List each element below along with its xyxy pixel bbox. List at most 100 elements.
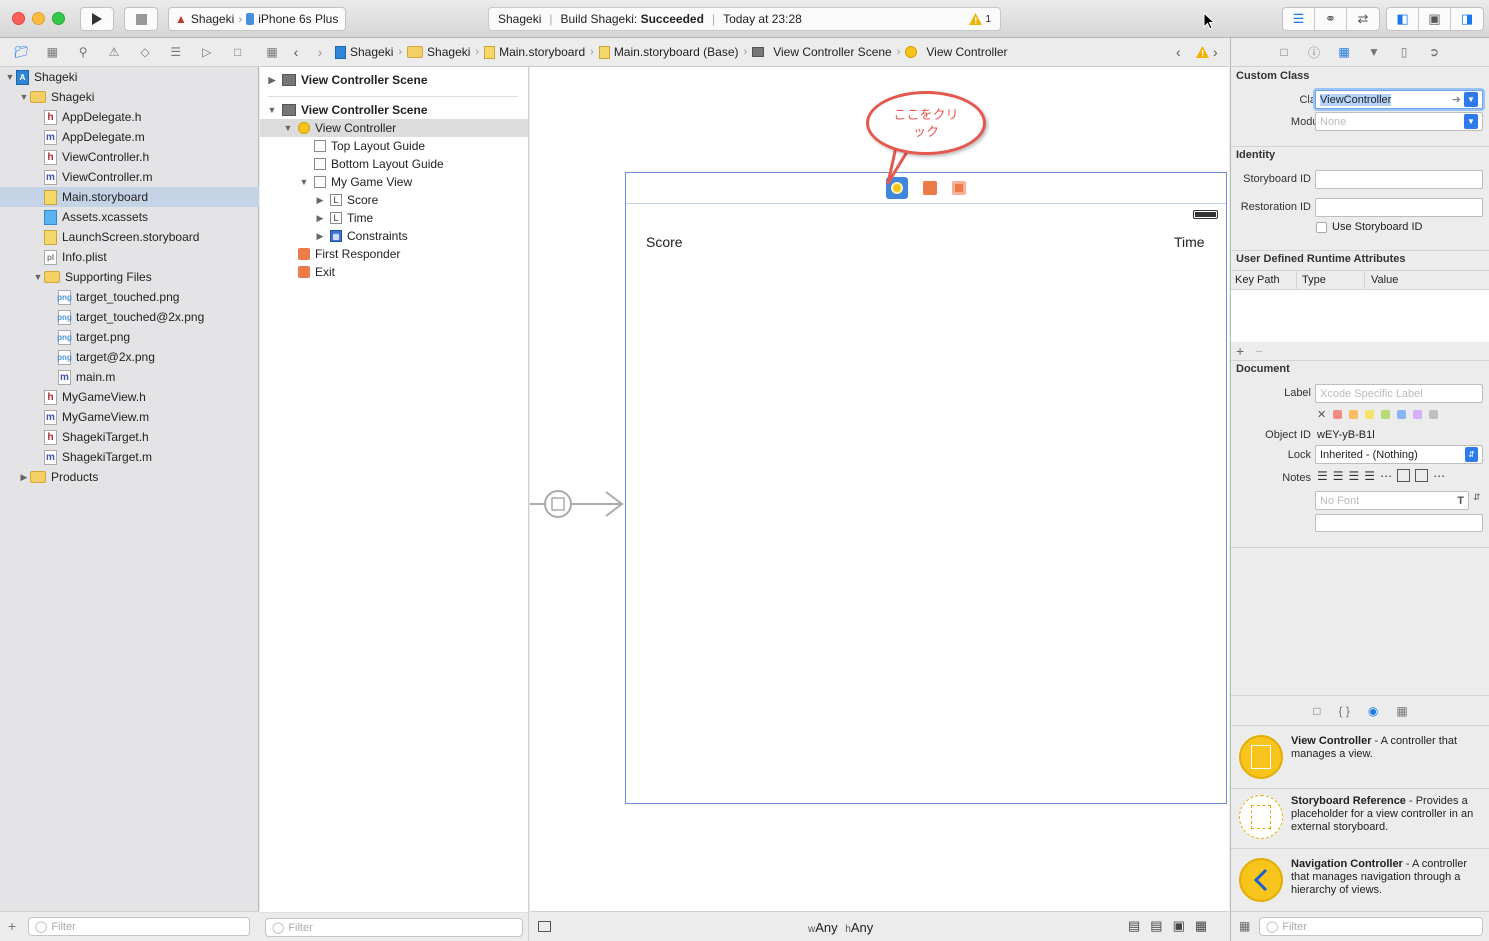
outline-filter-input[interactable]: ◯ Filter [265, 918, 523, 937]
disclosure-expanded-icon[interactable]: ▼ [18, 92, 30, 102]
font-picker-icon[interactable]: T [1457, 495, 1464, 507]
disclosure-collapsed-icon[interactable]: ▶ [266, 75, 278, 86]
navigator-item[interactable]: ▼ Shageki [0, 87, 259, 107]
key-path-column[interactable]: Key Path [1235, 274, 1280, 286]
library-filter-input[interactable]: ◯ Filter [1259, 917, 1483, 936]
navigator-item[interactable]: h AppDelegate.h [0, 107, 259, 127]
document-label-field[interactable]: Xcode Specific Label [1315, 384, 1483, 403]
navigator-item[interactable]: m AppDelegate.m [0, 127, 259, 147]
navigator-item[interactable]: png target_touched@2x.png [0, 307, 259, 327]
library-item[interactable]: View Controller - A controller that mana… [1231, 730, 1489, 790]
module-field[interactable]: None ▼ [1315, 112, 1483, 131]
outline-item[interactable]: ▼ View Controller [260, 119, 528, 137]
scheme-selector[interactable]: ▲ Shageki › iPhone 6s Plus [168, 7, 346, 31]
label-color-swatch[interactable] [1333, 410, 1343, 419]
navigator-item[interactable]: png target@2x.png [0, 347, 259, 367]
clear-color-icon[interactable]: ✕ [1317, 408, 1326, 421]
identity-inspector-icon[interactable]: ▦ [1336, 44, 1352, 60]
score-label[interactable]: Score [646, 234, 683, 250]
library-item[interactable]: Navigation Controller - A controller tha… [1231, 853, 1489, 913]
breadcrumb-item[interactable]: View Controller [902, 45, 1010, 59]
add-file-icon[interactable]: + [8, 918, 16, 934]
outline-item[interactable]: ▶ ▦ Constraints [260, 227, 528, 245]
breakpoint-icon[interactable]: ▷ [197, 43, 217, 61]
lock-select[interactable]: Inherited - (Nothing) ⇵ [1315, 445, 1483, 464]
grid-view-icon[interactable]: ▦ [1239, 919, 1250, 933]
more-options-icon[interactable]: ⋯ [1433, 469, 1445, 483]
outline-item[interactable]: Exit [260, 263, 528, 281]
time-label[interactable]: Time [1174, 234, 1205, 250]
outline-item[interactable]: First Responder [260, 245, 528, 263]
toggle-navigator-button[interactable]: ◧ [1387, 8, 1419, 30]
navigator-item[interactable]: png target_touched.png [0, 287, 259, 307]
font-stepper[interactable]: ⇵ [1473, 492, 1481, 503]
label-color-swatch[interactable] [1365, 410, 1375, 419]
navigator-item[interactable]: ▼ Supporting Files [0, 267, 259, 287]
restoration-id-field[interactable] [1315, 198, 1483, 217]
add-attribute-icon[interactable]: + [1236, 343, 1244, 359]
disclosure-expanded-icon[interactable]: ▼ [282, 123, 294, 133]
test-diamond-icon[interactable]: ◇ [135, 43, 155, 61]
storyboard-canvas[interactable]: Score Time ここをクリック wAny hAny ▤ ▤ ▣ ▦ [530, 67, 1229, 941]
media-library-icon[interactable]: ▦ [1396, 704, 1407, 718]
breadcrumb-item[interactable]: Shageki [404, 45, 473, 59]
symbol-navigator-icon[interactable]: ▦ [42, 43, 62, 61]
label-color-swatch[interactable] [1381, 410, 1391, 419]
file-inspector-icon[interactable]: □ [1276, 44, 1292, 60]
label-color-swatch[interactable] [1429, 410, 1439, 419]
disclosure-collapsed-icon[interactable]: ▶ [18, 472, 30, 483]
label-color-swatch[interactable] [1413, 410, 1423, 419]
go-to-class-icon[interactable]: ➜ [1452, 93, 1461, 106]
stack-icon[interactable]: ▤ [1128, 918, 1140, 934]
size-inspector-icon[interactable]: ▯ [1396, 44, 1412, 60]
size-class-control[interactable]: wAny hAny [808, 920, 873, 935]
align-left-icon[interactable]: ☰ [1317, 469, 1328, 483]
navigator-filter-input[interactable]: ◯ Filter [28, 917, 250, 936]
run-button[interactable] [80, 7, 114, 31]
view-controller-scene[interactable]: Score Time [625, 172, 1227, 804]
natural-align-icon[interactable]: ⋯ [1380, 469, 1392, 483]
exit-dock-icon[interactable] [952, 181, 966, 195]
outline-item[interactable]: ▶ L Score [260, 191, 528, 209]
font-field[interactable]: No Font T [1315, 491, 1469, 510]
class-field[interactable]: ViewController ➜ ▼ [1315, 90, 1483, 109]
issue-warning-icon[interactable] [1196, 46, 1209, 58]
label-color-swatch[interactable] [1397, 410, 1407, 419]
toggle-utilities-button[interactable]: ◨ [1451, 8, 1483, 30]
justify-icon[interactable]: ☰ [1364, 469, 1375, 483]
outline-item[interactable]: Top Layout Guide [260, 137, 528, 155]
disclosure-expanded-icon[interactable]: ▼ [4, 72, 16, 82]
breadcrumb-item[interactable]: Main.storyboard [481, 45, 588, 59]
code-snippet-library-icon[interactable]: { } [1339, 704, 1350, 718]
pin-icon[interactable]: ▣ [1173, 918, 1185, 934]
stop-button[interactable] [124, 7, 158, 31]
breadcrumb-item[interactable]: Shageki [332, 45, 396, 59]
navigator-item[interactable]: m main.m [0, 367, 259, 387]
outline-scene-header[interactable]: ▶ View Controller Scene [260, 71, 528, 89]
disclosure-collapsed-icon[interactable]: ▶ [314, 231, 326, 242]
issue-warning-icon[interactable]: ⚠︎ [104, 43, 124, 61]
label-color-swatch[interactable] [1349, 410, 1359, 419]
previous-issue-chevron-icon[interactable]: ‹ [1176, 44, 1192, 60]
text-color-icon[interactable] [1397, 469, 1411, 482]
value-column[interactable]: Value [1371, 274, 1398, 286]
navigator-item[interactable]: pl Info.plist [0, 247, 259, 267]
search-icon[interactable]: ⚲ [73, 43, 93, 61]
close-window-button[interactable] [12, 12, 25, 25]
connections-inspector-icon[interactable]: ➲ [1426, 44, 1442, 60]
folder-icon[interactable]: 📁︎ [11, 43, 31, 61]
back-chevron-icon[interactable]: ‹ [284, 44, 308, 60]
navigator-item[interactable]: m ShagekiTarget.m [0, 447, 259, 467]
version-editor-button[interactable]: ⇄ [1347, 8, 1379, 30]
navigator-item[interactable]: ▼ A Shageki [0, 67, 259, 87]
class-dropdown-chevron-icon[interactable]: ▼ [1464, 92, 1478, 107]
report-bubble-icon[interactable]: □ [228, 43, 248, 61]
zoom-window-button[interactable] [52, 12, 65, 25]
align-right-icon[interactable]: ☰ [1349, 469, 1360, 483]
breadcrumb-item[interactable]: Main.storyboard (Base) [596, 45, 742, 59]
remove-attribute-icon[interactable]: − [1255, 343, 1263, 359]
navigator-item[interactable]: Main.storyboard [0, 187, 259, 207]
toggle-outline-icon[interactable] [538, 921, 551, 932]
file-template-library-icon[interactable]: □ [1313, 704, 1320, 718]
toggle-debug-area-button[interactable]: ▣ [1419, 8, 1451, 30]
